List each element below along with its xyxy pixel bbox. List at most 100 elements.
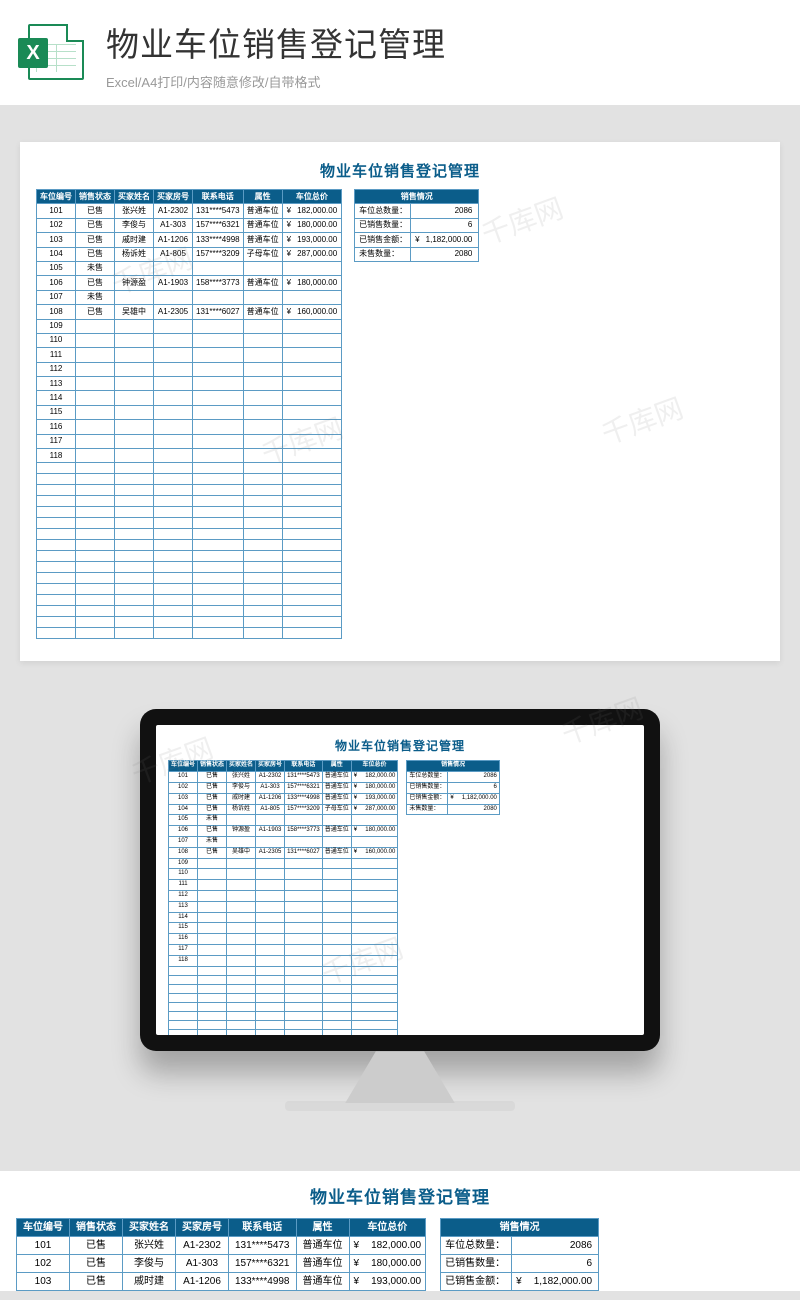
table-row: 104已售杨诉姓A1-805157****3209子母车位¥287,000.00: [37, 247, 342, 261]
table-row: [169, 1002, 398, 1011]
main-table: 车位编号销售状态买家姓名买家房号联系电话属性车位总价101已售张兴姓A1-230…: [36, 189, 342, 639]
table-row: 101已售张兴姓A1-2302131****5473普通车位¥182,000.0…: [169, 772, 398, 783]
col-header: 属性: [243, 190, 282, 204]
table-row: 103已售戚时建A1-1206133****4998普通车位¥193,000.0…: [37, 233, 342, 247]
table-row: [37, 529, 342, 540]
col-header: 车位总价: [349, 1219, 426, 1237]
table-row: [37, 595, 342, 606]
col-header: 车位编号: [17, 1219, 70, 1237]
main-table: 车位编号销售状态买家姓名买家房号联系电话属性车位总价101已售张兴姓A1-230…: [16, 1218, 426, 1291]
summary-table: 销售情况车位总数量：2086已销售数量：6已销售金额：¥1,182,000.00…: [406, 760, 500, 815]
table-row: 102已售李俊与A1-303157****6321普通车位¥180,000.00: [169, 783, 398, 794]
col-header: 联系电话: [229, 1219, 297, 1237]
page-title: 物业车位销售登记管理: [106, 18, 772, 66]
col-header: 联系电话: [285, 761, 323, 772]
table-row: [169, 1029, 398, 1035]
summary-row: 已销售数量：6: [407, 783, 500, 794]
table-row: 111: [169, 880, 398, 891]
table-row: 115: [37, 405, 342, 419]
col-header: 联系电话: [193, 190, 244, 204]
table-row: 113: [37, 377, 342, 391]
table-row: 101已售张兴姓A1-2302131****5473普通车位¥182,000.0…: [37, 204, 342, 218]
table-row: 108已售吴雄中A1-2305131****6027普通车位¥160,000.0…: [37, 305, 342, 319]
table-row: [37, 474, 342, 485]
table-row: 112: [169, 890, 398, 901]
table-row: [37, 617, 342, 628]
sheet-title: 物业车位销售登记管理: [168, 737, 632, 754]
col-header: 属性: [322, 761, 351, 772]
table-row: 117: [169, 944, 398, 955]
sheet-title: 物业车位销售登记管理: [36, 160, 764, 181]
col-header: 车位编号: [37, 190, 76, 204]
table-row: [169, 1011, 398, 1020]
summary-header: 销售情况: [407, 761, 500, 772]
table-row: 107未售: [37, 290, 342, 304]
summary-header: 销售情况: [441, 1219, 599, 1237]
table-row: 110: [37, 333, 342, 347]
excel-icon: X: [28, 24, 84, 80]
table-row: 101已售张兴姓A1-2302131****5473普通车位¥182,000.0…: [17, 1237, 426, 1255]
table-row: 110: [169, 869, 398, 880]
summary-table: 销售情况车位总数量：2086已销售数量：6已销售金额：¥1,182,000.00…: [354, 189, 479, 262]
table-row: 103已售戚时建A1-1206133****4998普通车位¥193,000.0…: [17, 1273, 426, 1291]
table-row: 115: [169, 923, 398, 934]
table-row: [169, 975, 398, 984]
col-header: 买家姓名: [115, 190, 154, 204]
table-row: [37, 628, 342, 639]
table-row: 105未售: [37, 261, 342, 275]
spreadsheet-preview-card: 物业车位销售登记管理车位编号销售状态买家姓名买家房号联系电话属性车位总价101已…: [20, 142, 780, 661]
table-row: [169, 984, 398, 993]
col-header: 买家房号: [176, 1219, 229, 1237]
col-header: 车位总价: [351, 761, 398, 772]
table-row: 102已售李俊与A1-303157****6321普通车位¥180,000.00: [37, 218, 342, 232]
summary-row: 车位总数量：2086: [407, 772, 500, 783]
table-row: 118: [37, 449, 342, 463]
table-row: 104已售杨诉姓A1-805157****3209子母车位¥287,000.00: [17, 1291, 426, 1292]
table-row: 102已售李俊与A1-303157****6321普通车位¥180,000.00: [17, 1255, 426, 1273]
table-row: 112: [37, 362, 342, 376]
summary-row: 未售数量：2080: [355, 247, 479, 261]
col-header: 属性: [296, 1219, 349, 1237]
summary-row: 车位总数量：2086: [441, 1237, 599, 1255]
table-row: [169, 993, 398, 1002]
col-header: 销售状态: [70, 1219, 123, 1237]
table-row: 118: [169, 955, 398, 966]
banner: X 物业车位销售登记管理 Excel/A4打印/内容随意修改/自带格式: [0, 0, 800, 106]
summary-table: 销售情况车位总数量：2086已销售数量：6已销售金额：¥1,182,000.00…: [440, 1218, 599, 1291]
col-header: 买家房号: [154, 190, 193, 204]
bottom-crop-preview: 物业车位销售登记管理车位编号销售状态买家姓名买家房号联系电话属性车位总价101已…: [0, 1171, 800, 1291]
table-row: 107未售: [169, 837, 398, 848]
table-row: [37, 540, 342, 551]
table-row: [37, 463, 342, 474]
col-header: 买家姓名: [123, 1219, 176, 1237]
summary-row: 已销售金额：¥1,182,000.00: [441, 1273, 599, 1291]
table-row: 106已售钟源盈A1-1903158****3773普通车位¥180,000.0…: [37, 276, 342, 290]
table-row: [37, 562, 342, 573]
table-row: [37, 584, 342, 595]
table-row: [37, 573, 342, 584]
col-header: 销售状态: [198, 761, 227, 772]
page-subtitle: Excel/A4打印/内容随意修改/自带格式: [106, 72, 772, 91]
table-row: [37, 496, 342, 507]
table-row: [37, 551, 342, 562]
summary-row: 已销售金额：¥1,182,000.00: [355, 233, 479, 247]
summary-row: 车位总数量：2086: [355, 204, 479, 218]
summary-row: 未售数量：2080: [441, 1291, 599, 1292]
table-row: 113: [169, 901, 398, 912]
table-row: 116: [37, 420, 342, 434]
table-row: 104已售杨诉姓A1-805157****3209子母车位¥287,000.00: [169, 804, 398, 815]
table-row: [169, 966, 398, 975]
summary-row: 已销售数量：6: [355, 218, 479, 232]
table-row: [169, 1020, 398, 1029]
excel-x-badge: X: [18, 38, 48, 68]
summary-row: 已销售数量：6: [441, 1255, 599, 1273]
table-row: 106已售钟源盈A1-1903158****3773普通车位¥180,000.0…: [169, 826, 398, 837]
table-row: 108已售吴雄中A1-2305131****6027普通车位¥160,000.0…: [169, 847, 398, 858]
col-header: 买家姓名: [227, 761, 256, 772]
summary-row: 已销售金额：¥1,182,000.00: [407, 793, 500, 804]
table-row: [37, 518, 342, 529]
table-row: 117: [37, 434, 342, 448]
table-row: [37, 485, 342, 496]
table-row: 105未售: [169, 815, 398, 826]
monitor-mockup: 物业车位销售登记管理车位编号销售状态买家姓名买家房号联系电话属性车位总价101已…: [0, 709, 800, 1111]
